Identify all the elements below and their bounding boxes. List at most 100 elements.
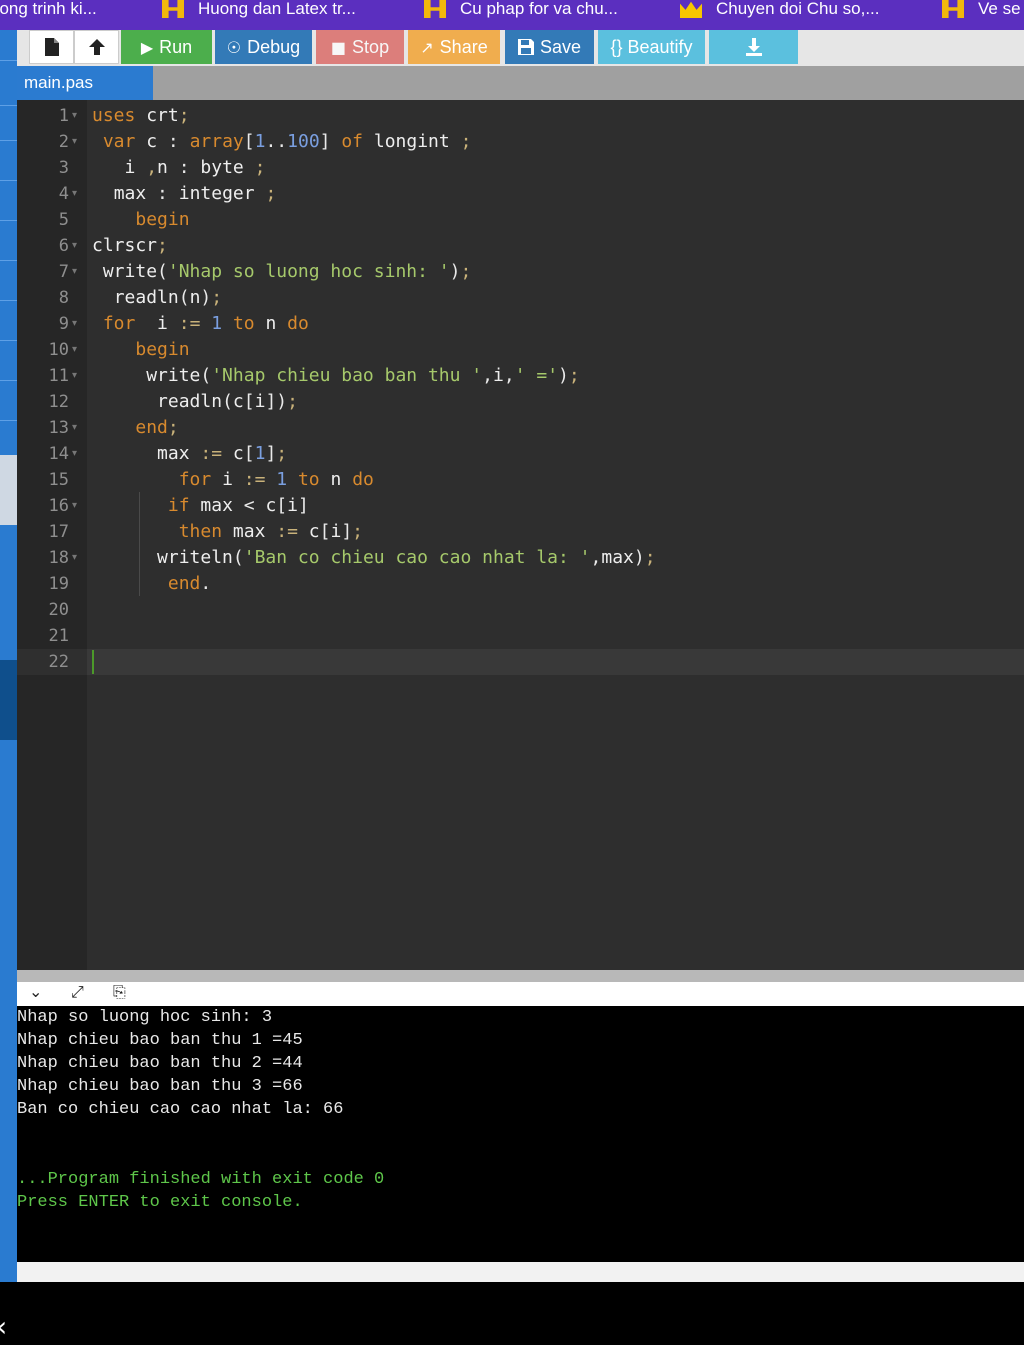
bookmark-3[interactable]: Cu phap for va chu... [424, 0, 618, 22]
output-console[interactable]: Nhap so luong hoc sinh: 3 Nhap chieu bao… [17, 1006, 1024, 1262]
line-text: begin [135, 209, 190, 230]
code-line: 1 ▾ uses crt; [17, 103, 1024, 129]
fold-icon[interactable]: ▾ [72, 441, 77, 467]
code-line: 10 ▾ begin [17, 337, 1024, 363]
fold-icon[interactable]: ▾ [72, 363, 77, 389]
fold-icon[interactable]: ▾ [72, 337, 77, 363]
code-line: 14 ▾ max := c[1]; [17, 441, 1024, 467]
tab-filename: main.pas [24, 73, 93, 92]
fold-icon[interactable]: ▾ [72, 415, 77, 441]
line-text: max := c[1]; [157, 443, 288, 464]
run-button[interactable]: ▶ Run [121, 30, 212, 64]
line-text: end. [167, 573, 212, 594]
sidebar-collapse-button[interactable]: ‹ [0, 660, 17, 1343]
code-line: 16 ▾ if max < c[i] [17, 493, 1024, 519]
code-editor[interactable]: 1 ▾ uses crt; 2 ▾ var c : array[1..100] of … [17, 100, 1024, 970]
download-button[interactable] [709, 30, 798, 64]
code-lines: 1 ▾ uses crt; 2 ▾ var c : array[1..100] of … [17, 103, 1024, 675]
line-text: clrscr; [92, 235, 168, 256]
crown-icon [680, 1, 702, 18]
line-text: for i := 1 to n do [178, 469, 374, 490]
file-tab-bar: main.pas [17, 66, 1024, 100]
code-line: 15 for i := 1 to n do [17, 467, 1024, 493]
code-line: 19 end. [17, 571, 1024, 597]
bookmark-4[interactable]: Chuyen doi Chu so,... [680, 0, 879, 22]
play-icon: ▶ [140, 37, 154, 57]
save-button[interactable]: Save [505, 30, 594, 64]
copy-icon[interactable]: ⎘ [113, 982, 126, 1002]
line-text: if max < c[i] [167, 495, 309, 516]
save-icon [517, 39, 534, 55]
chevron-down-icon[interactable]: ⌄ [29, 982, 42, 1001]
stop-button[interactable]: ■ Stop [316, 30, 404, 64]
code-line: 7 ▾ write('Nhap so luong hoc sinh: '); [17, 259, 1024, 285]
save-label: Save [539, 36, 582, 57]
share-button[interactable]: ↗ Share [408, 30, 500, 64]
new-file-button[interactable] [29, 30, 74, 64]
debug-button[interactable]: ☉ Debug [215, 30, 312, 64]
code-line: 21 [48, 626, 69, 646]
fold-icon[interactable]: ▾ [72, 233, 77, 259]
sidebar-divider [0, 260, 17, 261]
sidebar-divider [0, 60, 17, 61]
h-icon [162, 0, 184, 18]
sidebar-divider [0, 140, 17, 141]
code-line: 2 ▾ var c : array[1..100] of longint ; [17, 129, 1024, 155]
console-line: Ban co chieu cao cao nhat la: 66 [17, 1100, 344, 1119]
code-line: 6 ▾ clrscr; [17, 233, 1024, 259]
text-cursor [92, 650, 94, 674]
line-text: readln(n); [113, 287, 223, 308]
stop-label: Stop [352, 36, 390, 57]
line-text: end; [135, 417, 179, 438]
line-text: begin [135, 339, 190, 360]
bookmark-5[interactable]: Ve se [942, 0, 1021, 22]
console-line: Nhap chieu bao ban thu 2 =44 [17, 1054, 303, 1073]
code-line: 17 then max := c[i]; [17, 519, 1024, 545]
upload-button[interactable] [74, 30, 119, 64]
code-line: 20 [48, 600, 69, 620]
code-line: 18 ▾ writeln('Ban co chieu cao cao nhat l… [17, 545, 1024, 571]
tab-main-pas[interactable]: main.pas [17, 66, 153, 100]
bookmark-2[interactable]: Huong dan Latex tr... [162, 0, 356, 22]
toolbar: ▶ Run ☉ Debug ■ Stop ↗ Share Save {} Bea… [17, 30, 1024, 66]
share-label: Share [439, 36, 488, 57]
line-text: uses crt; [92, 105, 190, 126]
code-line: 9 ▾ for i := 1 to n do [17, 311, 1024, 337]
h-icon [942, 0, 964, 18]
run-label: Run [159, 36, 193, 57]
line-text: i ,n : byte ; [124, 157, 266, 178]
fold-icon[interactable]: ▾ [72, 259, 77, 285]
bookmark-1[interactable]: uong trinh ki... [0, 0, 97, 22]
console-finish-line: ...Program finished with exit code 0 [17, 1170, 385, 1189]
h-icon [424, 0, 446, 18]
bookmark-label: Chuyen doi Chu so,... [716, 0, 880, 18]
stop-icon: ■ [330, 37, 347, 57]
line-text: write('Nhap so luong hoc sinh: '); [102, 261, 472, 282]
line-text: var c : array[1..100] of longint ; [102, 131, 472, 152]
line-text: write('Nhap chieu bao ban thu ',i,' ='); [146, 365, 580, 386]
fold-icon[interactable]: ▾ [72, 181, 77, 207]
sidebar-highlight [0, 455, 17, 525]
code-line: 13 ▾ end; [17, 415, 1024, 441]
download-icon [745, 38, 762, 56]
fold-icon[interactable]: ▾ [72, 545, 77, 571]
sidebar-divider [0, 105, 17, 106]
fold-icon[interactable]: ▾ [72, 103, 77, 129]
console-scrollbar[interactable] [17, 1262, 1024, 1282]
line-text: writeln('Ban co chieu cao cao nhat la: '… [157, 547, 656, 568]
expand-icon[interactable]: ⤢ [71, 982, 84, 1002]
beautify-button[interactable]: {} Beautify [598, 30, 705, 64]
line-text: readln(c[i]); [157, 391, 298, 412]
code-line: 4 ▾ max : integer ; [17, 181, 1024, 207]
fold-icon[interactable]: ▾ [72, 129, 77, 155]
fold-icon[interactable]: ▾ [72, 311, 77, 337]
fold-icon[interactable]: ▾ [72, 493, 77, 519]
bookmark-label: uong trinh ki... [0, 0, 97, 18]
sidebar-divider [0, 380, 17, 381]
debug-label: Debug [247, 36, 301, 57]
bookmark-label: Ve se [978, 0, 1021, 18]
panel-splitter[interactable] [17, 970, 1024, 982]
line-text: for i := 1 to n do [102, 313, 309, 334]
chevron-left-icon: ‹ [0, 1310, 7, 1343]
bookmark-label: Huong dan Latex tr... [198, 0, 356, 18]
